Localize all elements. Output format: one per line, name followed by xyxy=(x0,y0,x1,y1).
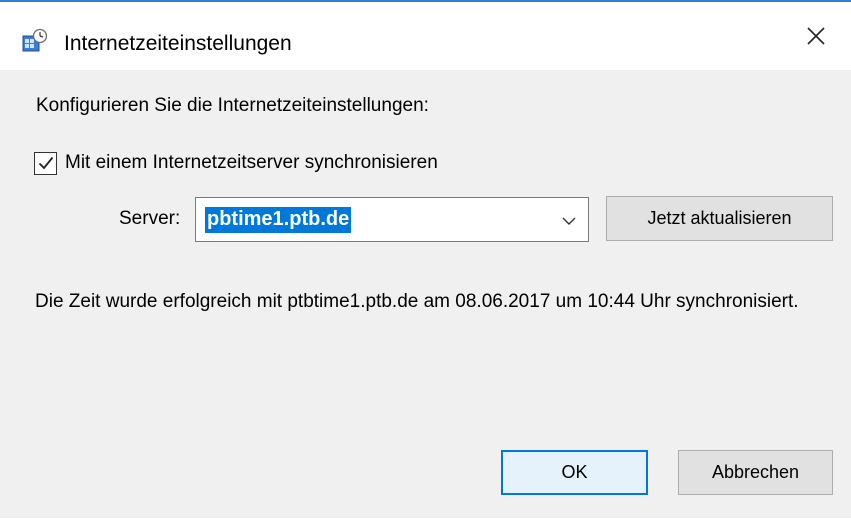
sync-checkbox-row[interactable]: Mit einem Internetzeitserver synchronisi… xyxy=(34,151,438,175)
sync-checkbox-label[interactable]: Mit einem Internetzeitserver synchronisi… xyxy=(65,152,438,174)
dialog-content: Konfigurieren Sie die Internetzeiteinste… xyxy=(0,70,851,520)
chevron-down-icon[interactable] xyxy=(560,212,578,230)
sync-checkbox[interactable] xyxy=(34,151,57,175)
server-label: Server: xyxy=(119,208,181,229)
update-now-button[interactable]: Jetzt aktualisieren xyxy=(606,196,833,241)
internet-time-clock-icon xyxy=(22,28,48,54)
internet-time-settings-dialog: Internetzeiteinstellungen Konfigurieren … xyxy=(0,0,851,518)
cancel-button[interactable]: Abbrechen xyxy=(678,450,833,495)
close-icon xyxy=(807,27,825,45)
sync-status-text: Die Zeit wurde erfolgreich mit ptbtime1.… xyxy=(35,291,799,312)
server-input-value[interactable]: pbtime1.ptb.de xyxy=(205,207,352,233)
ok-button[interactable]: OK xyxy=(501,450,648,495)
window-title: Internetzeiteinstellungen xyxy=(64,32,292,55)
checkmark-icon xyxy=(38,156,53,170)
title-bar: Internetzeiteinstellungen xyxy=(0,2,851,70)
dialog-heading: Konfigurieren Sie die Internetzeiteinste… xyxy=(36,95,429,116)
close-button[interactable] xyxy=(781,2,851,70)
server-combobox[interactable]: pbtime1.ptb.de xyxy=(195,197,589,242)
